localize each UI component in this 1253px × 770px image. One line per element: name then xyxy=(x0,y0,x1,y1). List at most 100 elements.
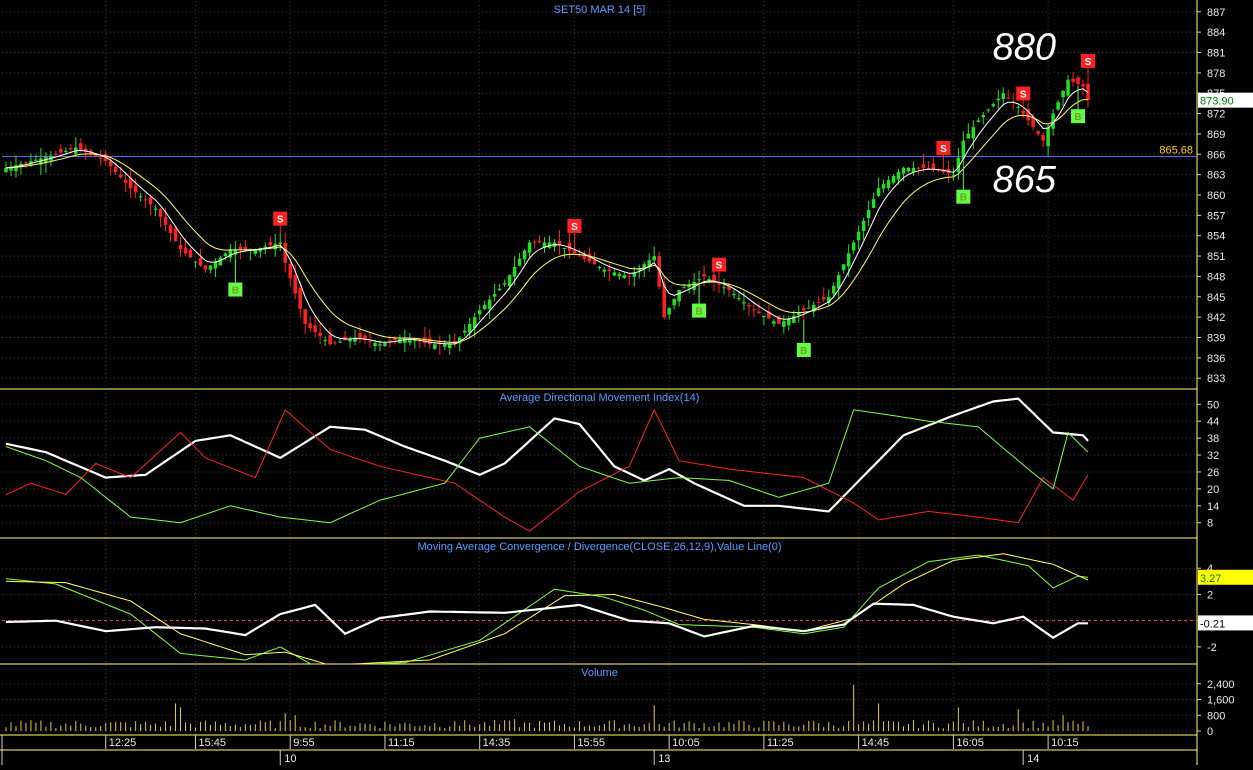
candle-body xyxy=(293,275,297,294)
candle-body xyxy=(79,143,83,150)
candle-body xyxy=(298,288,302,309)
candle-body xyxy=(462,330,467,333)
candle-body xyxy=(772,321,776,324)
candle-body xyxy=(383,342,387,347)
signal-label: S xyxy=(940,144,947,155)
candle-body xyxy=(333,342,337,344)
candle-body xyxy=(143,199,148,201)
candle-body xyxy=(876,188,881,196)
price-annotation: 865 xyxy=(993,159,1057,201)
time-tick-label: 15:45 xyxy=(198,737,226,749)
candle-body xyxy=(368,341,372,343)
candle-body xyxy=(866,209,871,219)
volume-tick-label: 0 xyxy=(1207,726,1213,738)
candle-body xyxy=(373,342,377,347)
candle-body xyxy=(702,274,706,277)
price-tick-label: 872 xyxy=(1207,109,1225,121)
candle-body xyxy=(532,241,537,243)
volume-tick-label: 800 xyxy=(1207,710,1225,722)
candle-body xyxy=(163,217,168,225)
price-tick-label: 869 xyxy=(1207,129,1225,141)
price-title: SET50 MAR 14 [5] xyxy=(554,4,646,16)
price-tick-label: 845 xyxy=(1207,292,1225,304)
candle-body xyxy=(1076,77,1080,85)
candle-body xyxy=(966,133,971,139)
candle-body xyxy=(243,246,248,250)
candle-body xyxy=(1001,93,1005,99)
candle-body xyxy=(971,127,976,139)
candle-body xyxy=(173,228,178,242)
candle-body xyxy=(507,275,512,286)
candle-body xyxy=(188,249,193,258)
candle-body xyxy=(881,184,886,189)
candle-body xyxy=(1006,97,1010,99)
candle-body xyxy=(896,171,901,180)
candle-body xyxy=(467,323,472,333)
adx-tick-label: 14 xyxy=(1207,501,1219,513)
candle-body xyxy=(1036,131,1040,134)
macd-value-line-label: -0.21 xyxy=(1200,618,1225,630)
candle-body xyxy=(792,315,796,323)
candle-body xyxy=(587,253,592,262)
candle-body xyxy=(1046,127,1050,147)
candle-body xyxy=(1016,106,1020,108)
candle-body xyxy=(891,176,896,183)
candle-body xyxy=(906,167,911,172)
candle-body xyxy=(757,311,761,314)
last-price-label: 873.90 xyxy=(1200,96,1234,108)
candle-body xyxy=(198,257,203,266)
price-tick-label: 839 xyxy=(1207,333,1225,345)
candle-body xyxy=(278,242,282,244)
candle-body xyxy=(238,246,243,250)
price-tick-label: 866 xyxy=(1207,149,1225,161)
date-tick-label: 14 xyxy=(1027,753,1039,765)
candle-body xyxy=(24,162,28,164)
candle-body xyxy=(218,257,223,266)
price-annotation: 880 xyxy=(993,27,1056,69)
price-tick-label: 836 xyxy=(1207,353,1225,365)
candle-body xyxy=(996,98,1000,101)
candle-body xyxy=(622,275,627,278)
candle-body xyxy=(4,167,8,173)
candle-body xyxy=(821,297,826,300)
candle-body xyxy=(742,302,746,304)
signal-label: S xyxy=(1020,90,1027,101)
candle-body xyxy=(737,298,741,300)
candle-body xyxy=(388,340,392,342)
candle-body xyxy=(487,299,492,309)
candle-body xyxy=(69,147,73,150)
candle-body xyxy=(443,344,447,347)
chart-canvas: 8878848818788758728698668638608578548518… xyxy=(0,0,1253,765)
candle-body xyxy=(1031,117,1035,128)
candle-body xyxy=(901,167,906,174)
adx-tick-label: 20 xyxy=(1207,484,1219,496)
candle-body xyxy=(477,310,482,315)
candle-body xyxy=(762,315,766,318)
candle-body xyxy=(846,253,851,267)
candle-body xyxy=(871,199,876,208)
candle-body xyxy=(722,287,726,289)
macd-title: Moving Average Convergence / Divergence(… xyxy=(417,541,781,553)
candle-body xyxy=(183,247,188,254)
candle-body xyxy=(747,304,751,307)
candle-body xyxy=(1066,79,1070,96)
candle-body xyxy=(158,209,163,217)
candle-body xyxy=(1071,78,1075,82)
candle-body xyxy=(1056,102,1060,110)
time-tick-label: 10:05 xyxy=(672,737,700,749)
candle-body xyxy=(59,149,63,153)
adx-tick-label: 8 xyxy=(1207,518,1213,530)
price-tick-label: 881 xyxy=(1207,48,1225,60)
candle-body xyxy=(951,174,956,176)
candle-body xyxy=(732,294,736,296)
candle-body xyxy=(916,167,921,169)
volume-title: Volume xyxy=(581,667,618,679)
candle-body xyxy=(577,255,582,257)
signal-label: B xyxy=(232,286,239,297)
candle-body xyxy=(223,253,228,257)
price-tick-label: 863 xyxy=(1207,170,1225,182)
candle-body xyxy=(597,266,602,268)
candle-body xyxy=(413,340,417,342)
candle-body xyxy=(318,332,322,337)
candle-body xyxy=(986,109,991,111)
